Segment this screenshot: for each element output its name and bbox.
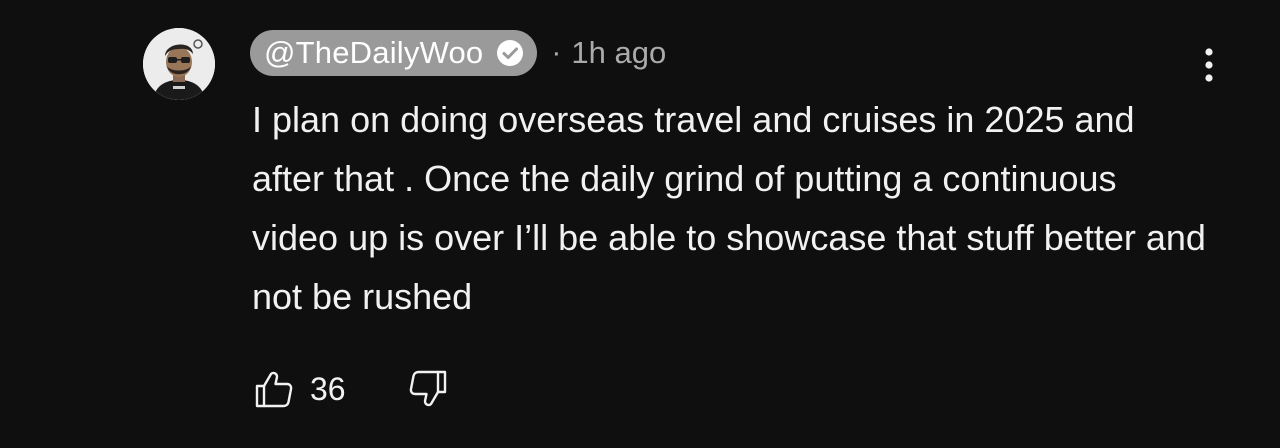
author-name: @TheDailyWoo: [264, 35, 484, 70]
comment-item: @TheDailyWoo · 1h ago I plan on doing ov…: [0, 0, 1280, 448]
more-vertical-icon[interactable]: [1192, 44, 1226, 86]
comment-timestamp[interactable]: 1h ago: [571, 35, 666, 71]
comment-header: @TheDailyWoo · 1h ago: [250, 30, 666, 76]
comment-actions: 36: [254, 366, 448, 412]
avatar-image: [143, 28, 215, 100]
thumbs-up-icon[interactable]: [254, 369, 294, 409]
author-name-chip[interactable]: @TheDailyWoo: [250, 30, 538, 76]
thumbs-down-icon[interactable]: [408, 369, 448, 409]
header-separator: ·: [551, 36, 562, 69]
verified-check-icon: [497, 40, 524, 66]
avatar[interactable]: [143, 28, 215, 100]
comment-text: I plan on doing overseas travel and crui…: [252, 99, 1206, 317]
like-count: 36: [310, 370, 346, 407]
